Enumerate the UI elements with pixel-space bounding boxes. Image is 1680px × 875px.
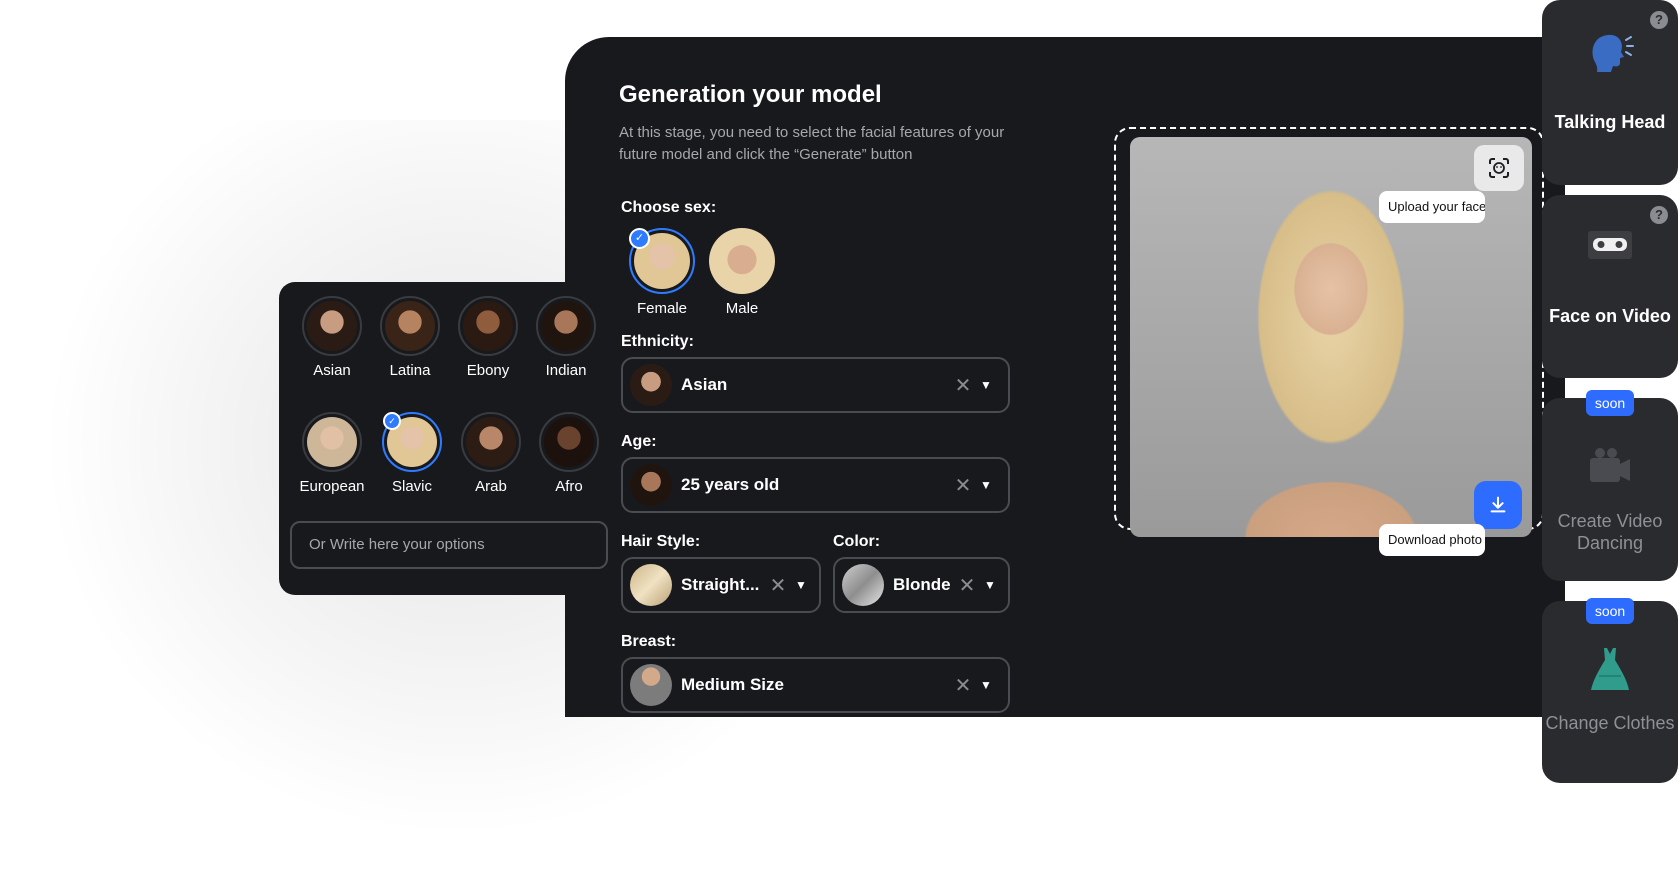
page-description: At this stage, you need to select the fa… (619, 124, 1005, 163)
sex-option-male[interactable]: Male (704, 228, 780, 317)
dress-icon (1542, 646, 1678, 694)
soon-badge: soon (1586, 390, 1634, 416)
help-icon[interactable]: ? (1650, 11, 1668, 29)
female-avatar: ✓ (629, 228, 695, 294)
chevron-down-icon[interactable]: ▼ (974, 478, 998, 492)
chevron-down-icon[interactable]: ▼ (974, 678, 998, 692)
clear-icon[interactable]: ✕ (952, 373, 974, 398)
color-thumbnail (842, 564, 884, 606)
videocassette-icon (1542, 228, 1678, 262)
card-talking-head[interactable]: ? Talking Head (1542, 0, 1678, 185)
ethnicity-option-ebony[interactable]: Ebony (449, 296, 527, 379)
ethnicity-avatar (302, 296, 362, 356)
ethnicity-avatar: ✓ (382, 412, 442, 472)
clear-icon[interactable]: ✕ (952, 673, 974, 698)
age-label: Age: (621, 433, 657, 450)
card-face-on-video[interactable]: ? Face on Video (1542, 195, 1678, 378)
card-title: Face on Video (1549, 306, 1671, 326)
speaking-head-icon (1542, 30, 1678, 74)
download-icon (1490, 496, 1506, 513)
ethnicity-value: Asian (681, 375, 728, 394)
card-title: Change Clothes (1545, 713, 1675, 733)
face-scan-icon (1489, 158, 1509, 178)
card-change-clothes[interactable]: Change Clothes (1542, 601, 1678, 783)
ethnicity-thumbnail (630, 364, 672, 406)
ethnicity-label: Ethnicity: (621, 333, 694, 350)
hair-style-thumbnail (630, 564, 672, 606)
download-button[interactable] (1474, 481, 1522, 529)
breast-value: Medium Size (681, 675, 784, 694)
upload-face-tooltip: Upload your face (1379, 191, 1485, 223)
ethnicity-option-label: European (299, 478, 365, 495)
ethnicity-option-asian[interactable]: Asian (293, 296, 371, 379)
ethnicity-avatar (461, 412, 521, 472)
ethnicity-option-afro[interactable]: Afro (530, 412, 608, 495)
clear-icon[interactable]: ✕ (767, 573, 789, 598)
hair-style-label: Hair Style: (621, 533, 701, 550)
custom-options-input[interactable]: Or Write here your options (290, 521, 608, 569)
ethnicity-option-indian[interactable]: Indian (527, 296, 605, 379)
help-icon[interactable]: ? (1650, 206, 1668, 224)
checkmark-icon: ✓ (383, 412, 401, 430)
color-label: Color: (833, 533, 881, 550)
breast-thumbnail (630, 664, 672, 706)
ethnicity-option-label: Asian (313, 362, 351, 379)
age-value: 25 years old (681, 475, 780, 494)
ethnicity-option-label: Ebony (466, 362, 510, 379)
ethnicity-option-label: Indian (545, 362, 587, 379)
color-value: Blonde (893, 575, 951, 594)
ethnicity-avatar (302, 412, 362, 472)
ethnicity-option-european[interactable]: European (293, 412, 371, 495)
clear-icon[interactable]: ✕ (952, 473, 974, 498)
ethnicity-option-label: Latina (389, 362, 431, 379)
color-select[interactable]: Blonde ✕ ▼ (833, 557, 1010, 613)
hair-style-value: Straight... (681, 575, 760, 594)
ethnicity-option-label: Arab (475, 478, 507, 495)
ethnicity-avatar (536, 296, 596, 356)
sex-option-label: Male (725, 300, 759, 317)
ethnicity-avatar (458, 296, 518, 356)
ethnicity-panel: Asian Latina Ebony Indian European ✓ Sla… (279, 282, 610, 595)
clear-icon[interactable]: ✕ (956, 573, 978, 598)
page-title: Generation your model (619, 81, 882, 108)
ethnicity-avatar (380, 296, 440, 356)
ethnicity-option-label: Slavic (391, 478, 432, 495)
male-avatar (709, 228, 775, 294)
breast-label: Breast: (621, 633, 677, 650)
ethnicity-option-slavic[interactable]: ✓ Slavic (373, 412, 451, 495)
checkmark-icon: ✓ (629, 228, 650, 249)
card-title: Talking Head (1554, 112, 1666, 132)
age-thumbnail (630, 464, 672, 506)
generation-panel: Generation your model At this stage, you… (565, 37, 1565, 717)
ethnicity-option-latina[interactable]: Latina (371, 296, 449, 379)
chevron-down-icon[interactable]: ▼ (789, 578, 813, 592)
breast-select[interactable]: Medium Size ✕ ▼ (621, 657, 1010, 713)
card-title: Create Video Dancing (1557, 511, 1663, 553)
upload-face-button[interactable] (1474, 145, 1524, 191)
hair-style-select[interactable]: Straight... ✕ ▼ (621, 557, 821, 613)
video-camera-icon (1542, 446, 1678, 486)
chevron-down-icon[interactable]: ▼ (974, 378, 998, 392)
chevron-down-icon[interactable]: ▼ (978, 578, 1002, 592)
age-select[interactable]: 25 years old ✕ ▼ (621, 457, 1010, 513)
ethnicity-option-arab[interactable]: Arab (452, 412, 530, 495)
ethnicity-option-label: Afro (555, 478, 583, 495)
soon-badge: soon (1586, 598, 1634, 624)
sex-label: Choose sex: (621, 199, 717, 216)
sex-option-female[interactable]: ✓ Female (624, 228, 700, 317)
download-tooltip: Download photo (1379, 524, 1485, 556)
ethnicity-select[interactable]: Asian ✕ ▼ (621, 357, 1010, 413)
card-create-video-dancing[interactable]: Create Video Dancing (1542, 398, 1678, 581)
sex-option-label: Female (636, 300, 688, 317)
ethnicity-avatar (539, 412, 599, 472)
